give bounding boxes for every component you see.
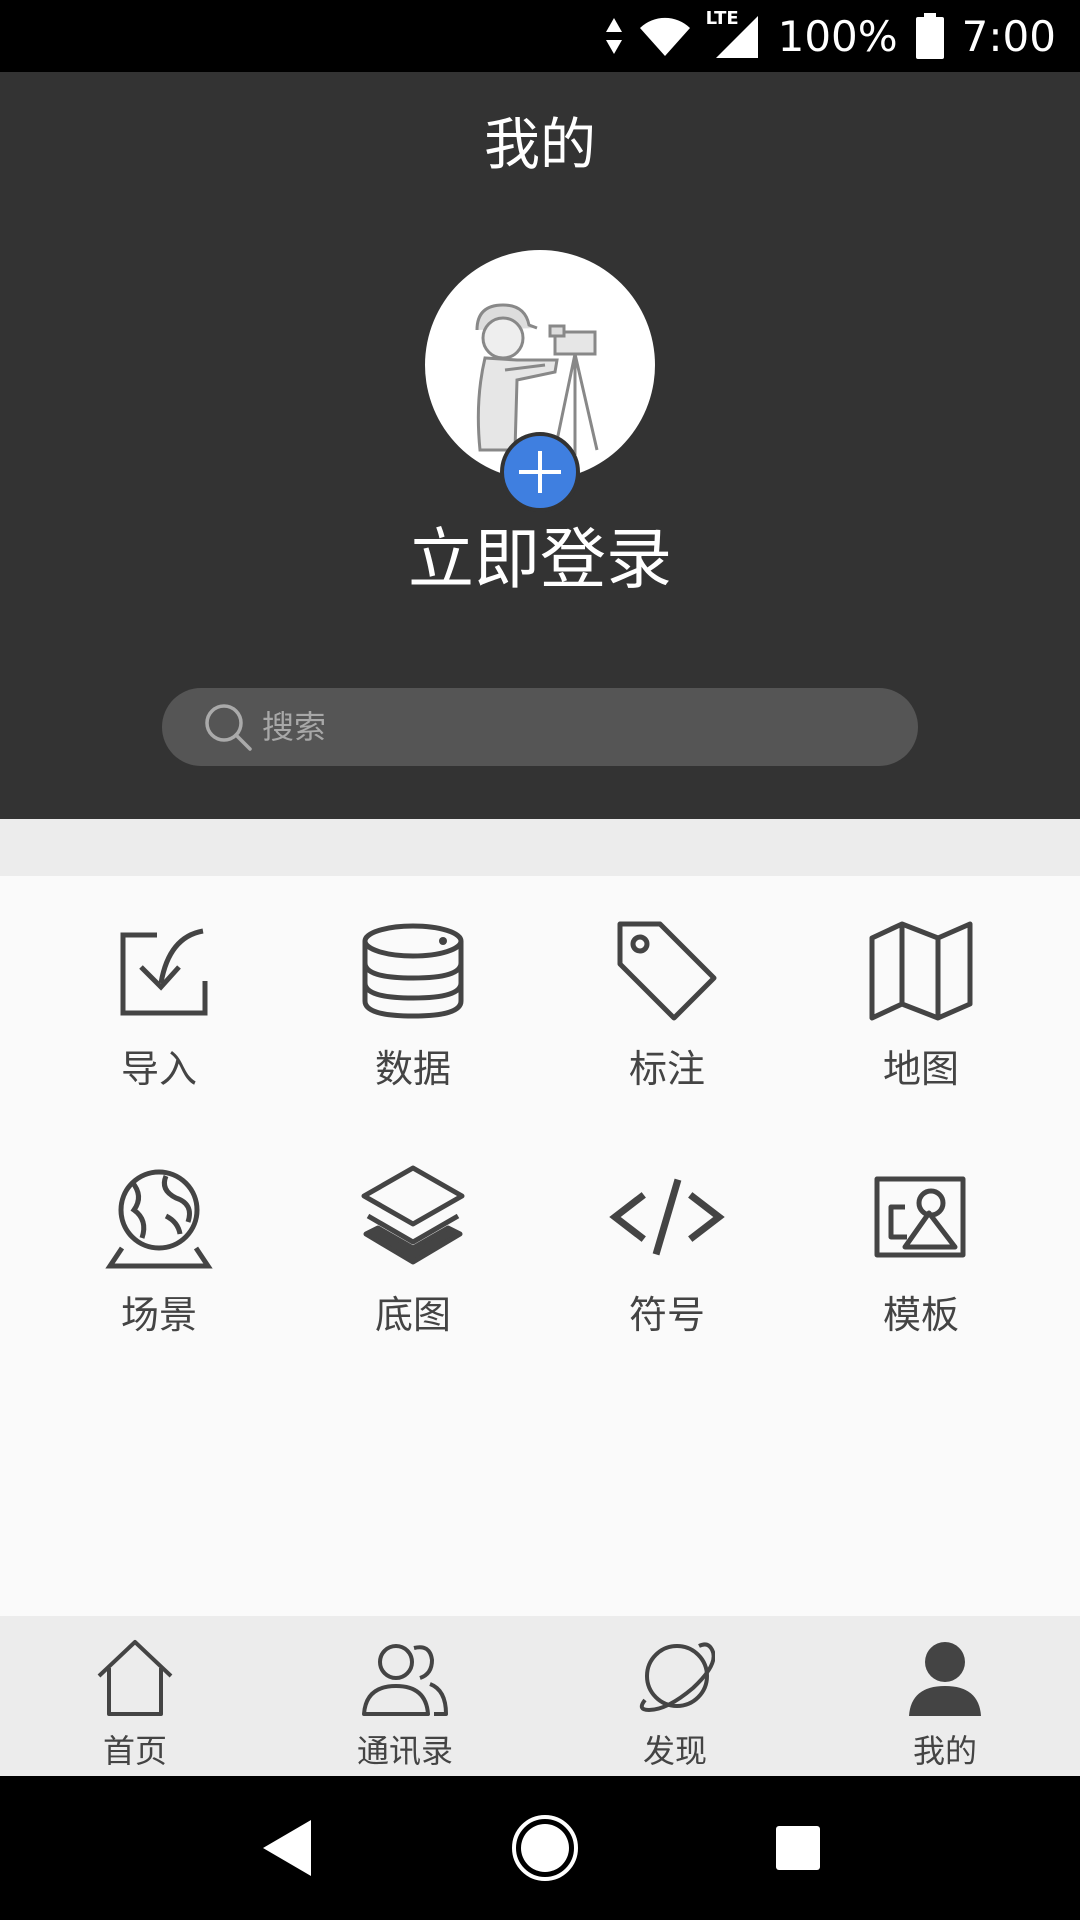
add-avatar-button[interactable] — [500, 432, 580, 512]
grid-label: 底图 — [374, 1293, 451, 1337]
signal-icon: LTE — [706, 8, 760, 60]
system-nav-bar — [0, 1776, 1080, 1920]
code-icon — [609, 1178, 725, 1256]
map-icon — [869, 921, 973, 1021]
battery-percent: 100% — [777, 11, 898, 61]
battery-icon — [915, 13, 944, 59]
data-transfer-icon — [605, 18, 622, 54]
grid-label: 标注 — [628, 1047, 705, 1091]
grid-label: 数据 — [374, 1047, 451, 1091]
grid-item-symbol[interactable]: 符号 — [567, 1162, 767, 1362]
import-icon — [120, 928, 208, 1016]
grid-item-scene[interactable]: 场景 — [59, 1162, 259, 1362]
login-button[interactable]: 立即登录 — [0, 520, 1080, 600]
recents-icon[interactable] — [773, 1823, 823, 1873]
home-icon — [97, 1640, 173, 1716]
grid-item-import[interactable]: 导入 — [59, 916, 259, 1116]
nav-item-discover[interactable]: 发现 — [540, 1616, 810, 1776]
grid-label: 符号 — [628, 1293, 705, 1337]
status-icons: LTE — [604, 8, 760, 60]
feature-grid: 导入 数据 标注 地图 场景 底图 符号 模板 — [0, 876, 1080, 1616]
image-icon — [874, 1176, 966, 1258]
wifi-icon — [639, 17, 690, 57]
nav-item-me[interactable]: 我的 — [810, 1616, 1080, 1776]
grid-item-template[interactable]: 模板 — [821, 1162, 1021, 1362]
section-divider — [0, 819, 1080, 876]
grid-item-basemap[interactable]: 底图 — [313, 1162, 513, 1362]
grid-item-tag[interactable]: 标注 — [567, 916, 767, 1116]
grid-label: 模板 — [882, 1293, 959, 1337]
user-icon — [909, 1642, 981, 1716]
nav-item-home[interactable]: 首页 — [0, 1616, 270, 1776]
tag-icon — [617, 921, 717, 1021]
clock: 7:00 — [961, 11, 1056, 61]
search-input[interactable] — [262, 708, 882, 746]
nav-label: 发现 — [642, 1732, 707, 1770]
nav-item-contacts[interactable]: 通讯录 — [270, 1616, 540, 1776]
nav-label: 我的 — [912, 1732, 977, 1770]
plus-icon — [519, 451, 561, 493]
page-title: 我的 — [484, 113, 596, 178]
nav-label: 通讯录 — [356, 1732, 453, 1770]
planet-icon — [639, 1642, 715, 1713]
database-icon — [362, 923, 464, 1019]
nav-label: 首页 — [102, 1732, 167, 1770]
back-icon[interactable] — [257, 1816, 317, 1880]
search-icon — [205, 704, 252, 751]
grid-item-data[interactable]: 数据 — [313, 916, 513, 1116]
grid-label: 导入 — [120, 1047, 197, 1091]
grid-item-map[interactable]: 地图 — [821, 916, 1021, 1116]
home-button-icon[interactable] — [510, 1813, 580, 1883]
bottom-nav: 首页 通讯录 发现 我的 — [0, 1616, 1080, 1776]
grid-label: 地图 — [882, 1047, 959, 1091]
search-bar[interactable] — [162, 688, 918, 766]
contacts-icon — [362, 1644, 448, 1716]
status-bar: LTE 100% 7:00 — [0, 0, 1080, 72]
grid-label: 场景 — [120, 1293, 197, 1337]
layers-icon — [361, 1165, 465, 1265]
globe-icon — [105, 1169, 213, 1269]
